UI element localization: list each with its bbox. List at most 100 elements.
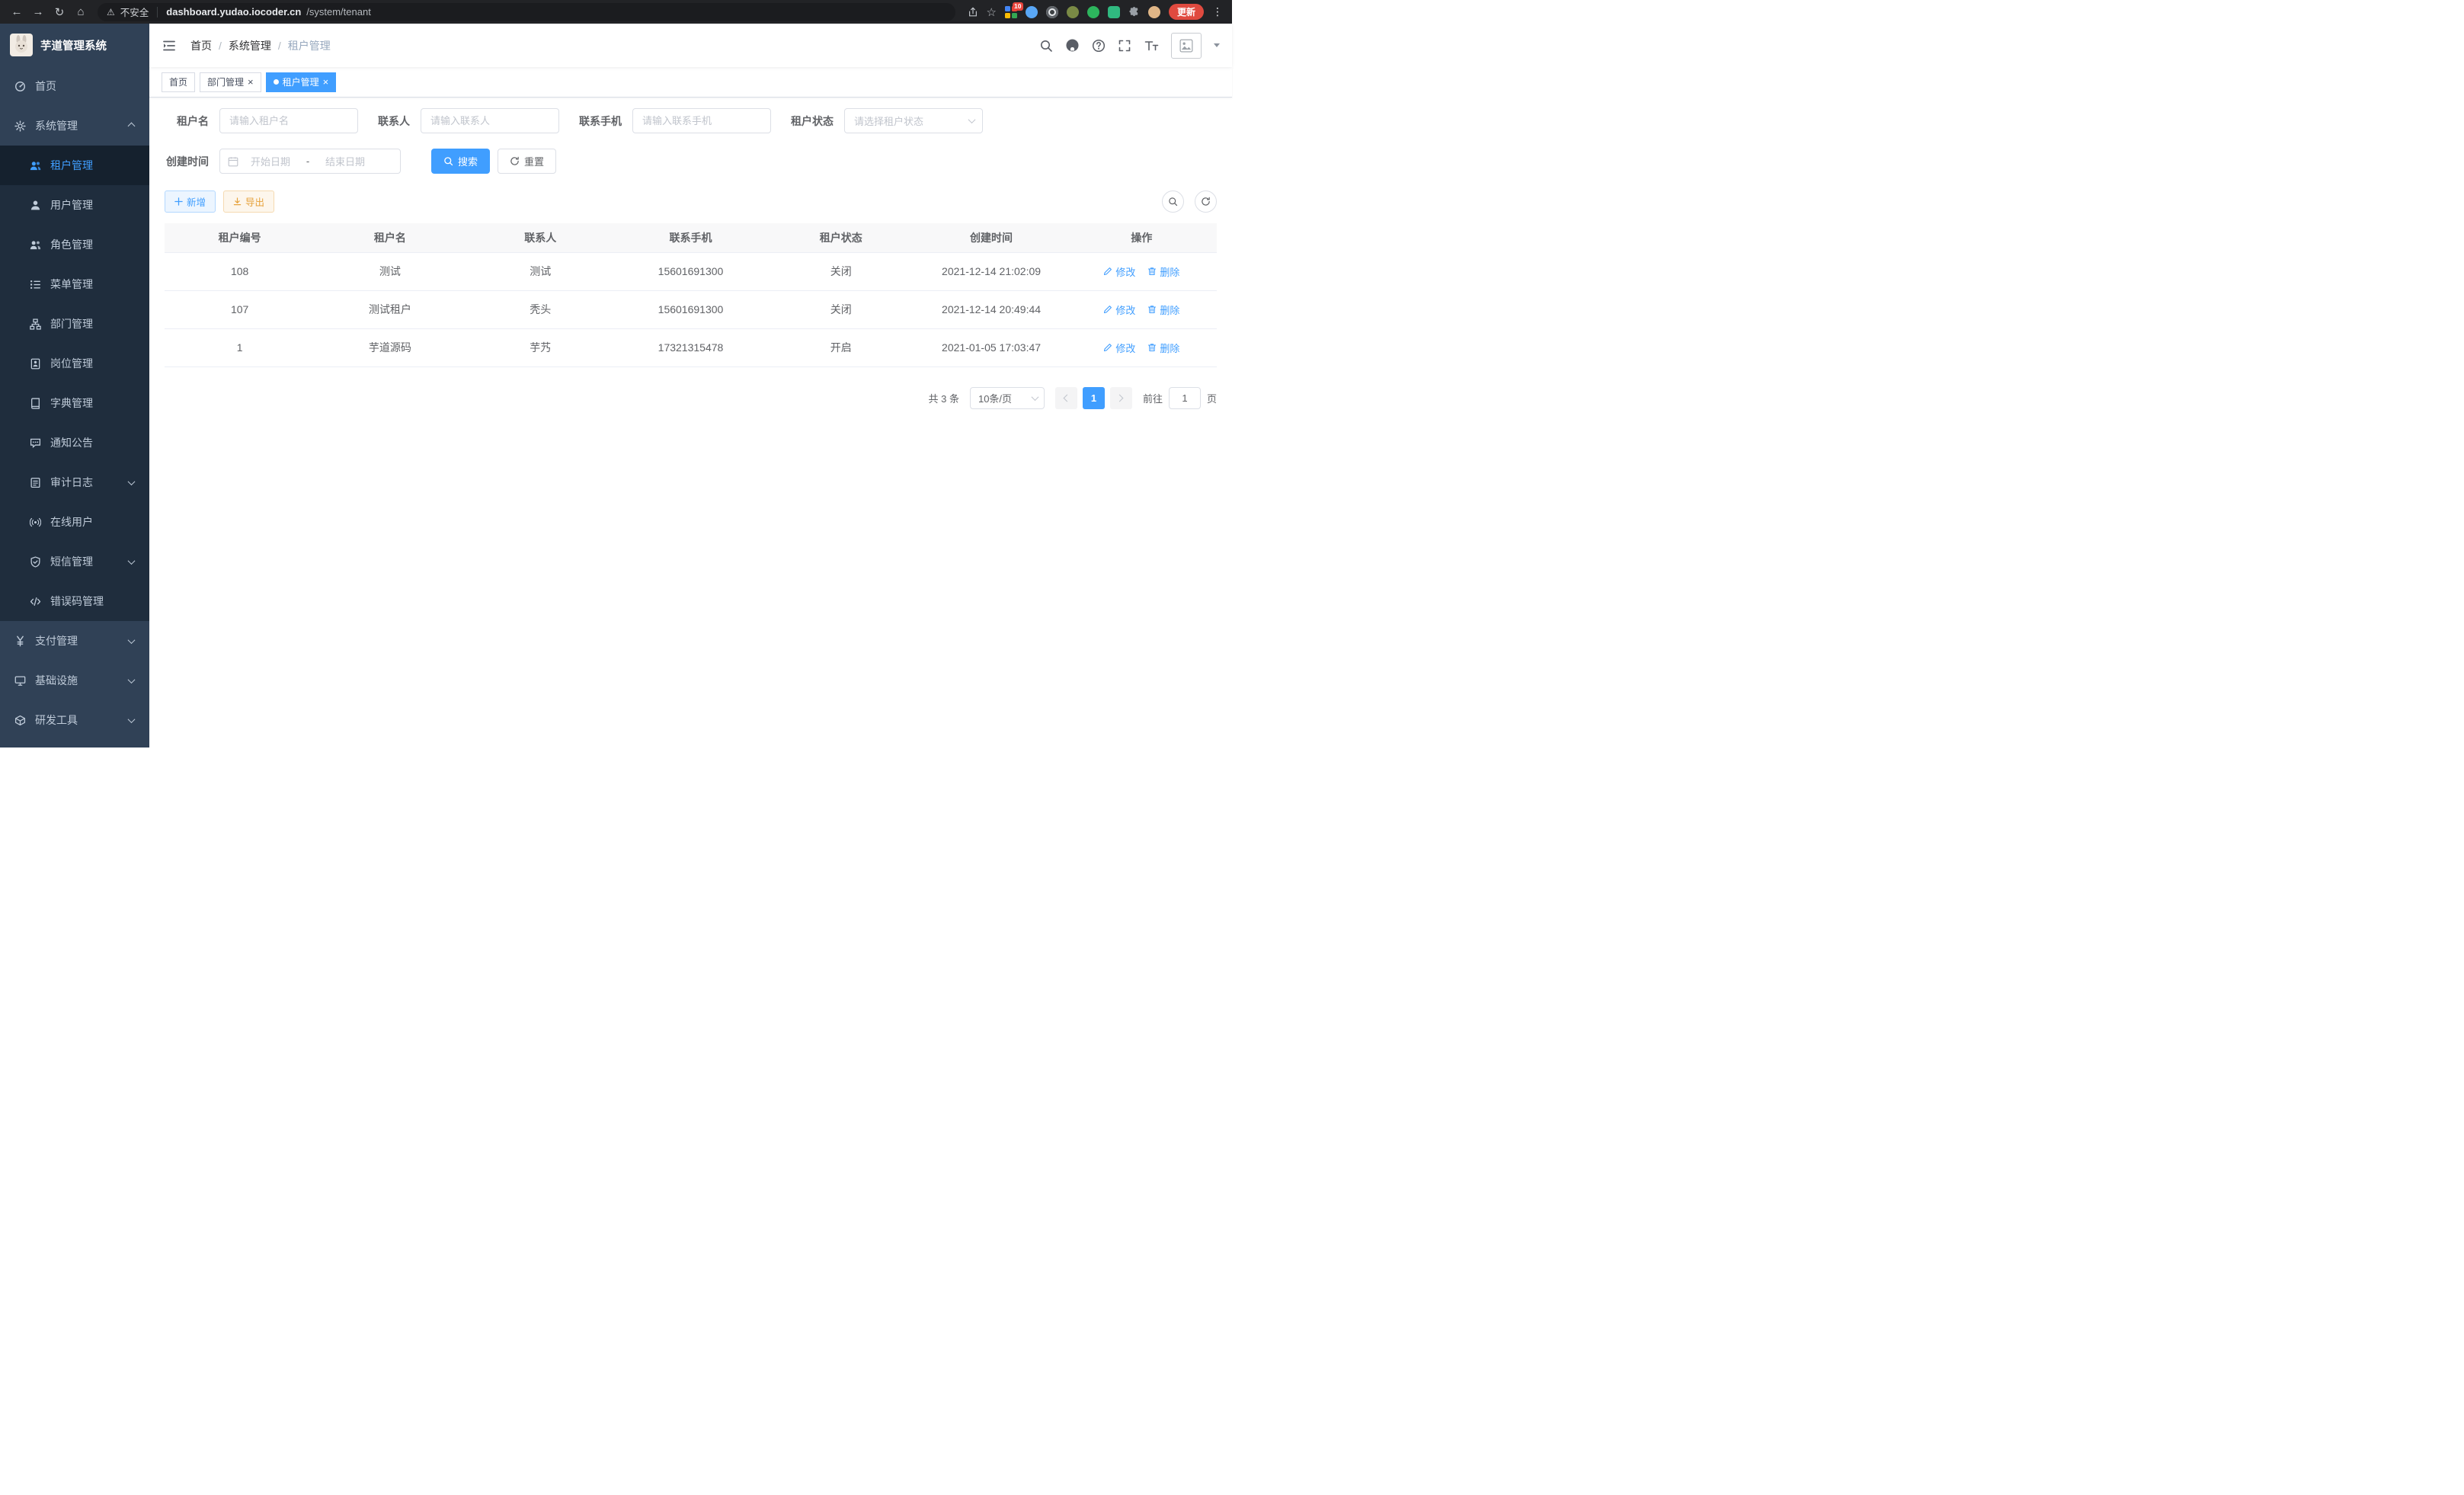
column-phone: 联系手机 (616, 223, 766, 252)
browser-forward-button[interactable]: → (29, 4, 47, 21)
sidebar-item-dev-tools[interactable]: 研发工具 (0, 700, 149, 740)
create-time-range-picker[interactable]: 开始日期 - 结束日期 (219, 149, 401, 174)
extension-icon-olive[interactable] (1067, 6, 1079, 18)
export-button[interactable]: 导出 (223, 190, 274, 213)
extension-badge: 10 (1013, 2, 1023, 11)
edit-link[interactable]: 修改 (1103, 341, 1135, 355)
user-avatar[interactable] (1171, 33, 1202, 59)
tenants-icon (29, 159, 41, 171)
goto-label: 前往 (1143, 391, 1163, 405)
add-button[interactable]: 新增 (165, 190, 216, 213)
org-tree-icon (29, 318, 41, 330)
edit-link[interactable]: 修改 (1103, 303, 1135, 317)
refresh-table-button[interactable] (1195, 190, 1217, 213)
extension-icon-dark[interactable] (1046, 6, 1058, 18)
search-button[interactable]: 搜索 (431, 149, 490, 174)
toggle-search-button[interactable] (1162, 190, 1184, 213)
delete-label: 删除 (1160, 264, 1179, 279)
breadcrumb-home[interactable]: 首页 (190, 38, 212, 53)
sidebar-item-dept-management[interactable]: 部门管理 (0, 304, 149, 344)
sidebar-item-infrastructure[interactable]: 基础设施 (0, 661, 149, 700)
prev-page-button[interactable] (1055, 387, 1077, 409)
sidebar-item-sms-management[interactable]: 短信管理 (0, 542, 149, 581)
reset-button-label: 重置 (524, 154, 544, 168)
help-icon[interactable] (1092, 39, 1106, 53)
app-logo: 芋道管理系统 (0, 24, 149, 66)
delete-link[interactable]: 删除 (1147, 341, 1179, 355)
cell-created: 2021-12-14 20:49:44 (916, 290, 1066, 328)
tab-tenant-management[interactable]: 租户管理 × (266, 72, 337, 92)
refresh-icon (510, 156, 520, 166)
browser-update-button[interactable]: 更新 (1169, 4, 1204, 20)
notice-icon (29, 437, 41, 449)
sidebar-item-tenant-management[interactable]: 租户管理 (0, 146, 149, 185)
sidebar-collapse-icon[interactable] (162, 38, 177, 53)
font-size-icon[interactable] (1144, 39, 1159, 53)
reset-button[interactable]: 重置 (498, 149, 556, 174)
tab-dept-management[interactable]: 部门管理 × (200, 72, 261, 92)
sidebar-item-label: 岗位管理 (50, 356, 136, 371)
fullscreen-icon[interactable] (1118, 39, 1131, 53)
sidebar-item-system-management[interactable]: 系统管理 (0, 106, 149, 146)
phone-input[interactable] (632, 108, 771, 133)
sidebar-item-error-code-management[interactable]: 错误码管理 (0, 581, 149, 621)
table-row: 108 测试 测试 15601691300 关闭 2021-12-14 21:0… (165, 252, 1217, 290)
delete-link[interactable]: 删除 (1147, 303, 1179, 317)
audit-log-icon (29, 476, 41, 488)
page-size-select[interactable]: 10条/页 (970, 387, 1045, 409)
page-unit-label: 页 (1207, 391, 1217, 405)
bookmark-star-icon[interactable]: ☆ (987, 5, 997, 19)
next-page-button[interactable] (1110, 387, 1132, 409)
browser-home-button[interactable]: ⌂ (72, 4, 90, 21)
tenant-name-input[interactable] (219, 108, 358, 133)
browser-profile-icon[interactable] (1148, 6, 1160, 18)
sidebar-item-home[interactable]: 首页 (0, 66, 149, 106)
close-icon[interactable]: × (248, 77, 254, 87)
cell-tenant-id: 1 (165, 328, 315, 367)
extension-icon-blue[interactable] (1026, 6, 1038, 18)
breadcrumb-tenant-management: 租户管理 (288, 38, 331, 53)
date-end-placeholder: 结束日期 (318, 154, 373, 168)
search-icon (1168, 197, 1178, 206)
sidebar-item-menu-management[interactable]: 菜单管理 (0, 264, 149, 304)
chevron-left-icon (1064, 394, 1071, 402)
sidebar-item-dict-management[interactable]: 字典管理 (0, 383, 149, 423)
cell-contact: 测试 (466, 252, 616, 290)
contact-input[interactable] (421, 108, 559, 133)
sidebar-item-notice[interactable]: 通知公告 (0, 423, 149, 463)
code-icon (29, 595, 41, 607)
header-search-icon[interactable] (1039, 39, 1053, 53)
delete-label: 删除 (1160, 341, 1179, 355)
extension-icon-green-square[interactable] (1108, 6, 1120, 18)
tab-home[interactable]: 首页 (162, 72, 195, 92)
sidebar-item-label: 用户管理 (50, 197, 136, 213)
extension-grid-icon[interactable]: 10 (1005, 6, 1017, 18)
sidebar-item-post-management[interactable]: 岗位管理 (0, 344, 149, 383)
extension-icon-green[interactable] (1087, 6, 1099, 18)
sidebar-item-online-users[interactable]: 在线用户 (0, 502, 149, 542)
share-icon[interactable] (968, 7, 978, 18)
browser-reload-button[interactable]: ↻ (50, 4, 69, 21)
sidebar-item-label: 通知公告 (50, 435, 136, 450)
goto-page-input[interactable] (1169, 387, 1201, 409)
refresh-icon (1201, 197, 1211, 206)
delete-link[interactable]: 删除 (1147, 264, 1179, 279)
page-number-button[interactable]: 1 (1083, 387, 1105, 409)
close-icon[interactable]: × (323, 77, 329, 87)
sidebar-item-user-management[interactable]: 用户管理 (0, 185, 149, 225)
contact-label: 联系人 (378, 114, 410, 129)
browser-menu-icon[interactable]: ⋮ (1212, 5, 1223, 18)
chevron-down-icon[interactable] (1214, 43, 1220, 47)
chevron-down-icon (968, 116, 976, 123)
address-bar[interactable]: ⚠ 不安全 dashboard.yudao.iocoder.cn /system… (98, 3, 955, 21)
chevron-down-icon (128, 636, 136, 644)
edit-link[interactable]: 修改 (1103, 264, 1135, 279)
sidebar-item-payment-management[interactable]: 支付管理 (0, 621, 149, 661)
browser-back-button[interactable]: ← (8, 4, 26, 21)
warning-icon: ⚠ (107, 7, 115, 18)
extensions-puzzle-icon[interactable] (1128, 6, 1140, 18)
sidebar-item-audit-log[interactable]: 审计日志 (0, 463, 149, 502)
sidebar-item-role-management[interactable]: 角色管理 (0, 225, 149, 264)
github-icon[interactable] (1065, 38, 1080, 53)
status-select[interactable]: 请选择租户状态 (844, 108, 983, 133)
